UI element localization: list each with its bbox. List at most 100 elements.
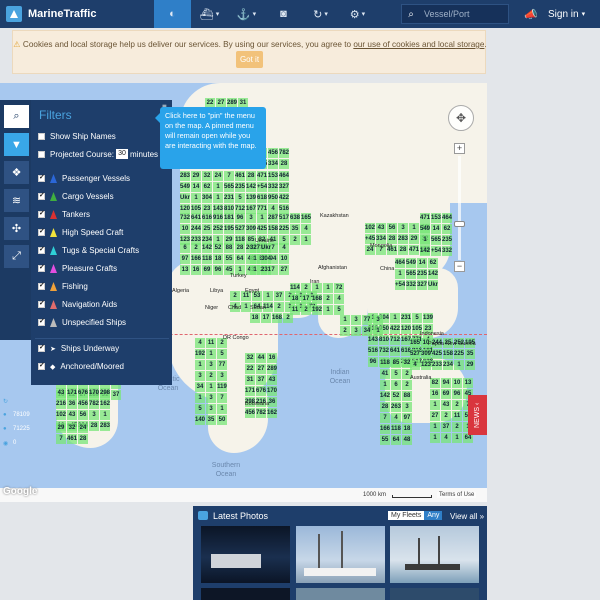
ship-density-cell[interactable]: 1	[213, 182, 223, 192]
ship-density-cell[interactable]: 2	[191, 243, 201, 253]
logo[interactable]: MarineTraffic	[0, 0, 154, 28]
ship-density-cell[interactable]: 549	[420, 224, 430, 234]
ship-density-cell[interactable]: 4	[195, 338, 205, 348]
ship-density-cell[interactable]: 471	[409, 245, 419, 255]
network-tool-button[interactable]: ✣	[4, 217, 29, 240]
ship-density-cell[interactable]: 1	[395, 269, 405, 279]
show-names-row[interactable]: Show Ship Names	[38, 132, 116, 141]
ship-density-cell[interactable]: 162	[100, 399, 110, 409]
ship-density-cell[interactable]: 27	[256, 364, 266, 374]
ship-density-cell[interactable]: 464	[442, 213, 452, 223]
ship-density-cell[interactable]: 27	[430, 411, 440, 421]
ship-density-cell[interactable]: 3274	[417, 280, 427, 290]
ship-density-cell[interactable]: 142	[428, 269, 438, 279]
ship-density-cell[interactable]: 1	[257, 213, 267, 223]
ship-density-cell[interactable]: 3	[351, 315, 361, 325]
ship-density-cell[interactable]: 2	[452, 422, 462, 432]
ship-density-cell[interactable]: 192	[195, 349, 205, 359]
announcement-icon[interactable]: 📣	[516, 0, 546, 28]
ship-density-cell[interactable]: 4	[334, 294, 344, 304]
ship-density-cell[interactable]: 170	[267, 386, 277, 396]
ship-density-cell[interactable]: 10	[180, 224, 190, 234]
ship-density-cell[interactable]: 461	[235, 171, 245, 181]
ship-density-cell[interactable]: 1	[340, 315, 350, 325]
ship-density-cell[interactable]: 41	[380, 369, 390, 379]
ship-density-cell[interactable]: 1	[250, 254, 260, 264]
moored-row[interactable]: ◆ Anchored/Moored	[38, 361, 124, 371]
ship-density-cell[interactable]: 153	[431, 213, 441, 223]
vessel-type-row[interactable]: Passenger Vessels	[38, 173, 130, 183]
ship-density-cell[interactable]: 96	[235, 213, 245, 223]
ship-density-cell[interactable]: 96	[452, 389, 462, 399]
vessels-menu-button[interactable]: ⛴ ▾	[191, 0, 228, 28]
ship-density-cell[interactable]: 43	[67, 410, 77, 420]
ship-density-cell[interactable]: 1	[301, 235, 311, 245]
ship-density-cell[interactable]: 28	[380, 402, 390, 412]
moored-checkbox[interactable]	[38, 361, 45, 370]
ship-density-cell[interactable]: 2	[230, 291, 240, 301]
ship-density-cell[interactable]: 782	[279, 148, 289, 158]
ship-density-cell[interactable]: 471	[257, 171, 267, 181]
ship-density-cell[interactable]: 48	[402, 435, 412, 445]
ship-density-cell[interactable]: 231	[224, 193, 234, 203]
ship-density-cell[interactable]: 3	[373, 315, 383, 325]
ship-density-cell[interactable]: 162	[267, 408, 277, 418]
ship-density-cell[interactable]: 244	[191, 224, 201, 234]
ship-density-cell[interactable]: 43	[267, 375, 277, 385]
ship-density-cell[interactable]: 304	[261, 254, 271, 264]
ship-density-cell[interactable]: 235	[417, 269, 427, 279]
ship-density-cell[interactable]: 4	[279, 243, 289, 253]
ship-density-cell[interactable]: 153	[268, 171, 278, 181]
ship-density-cell[interactable]: 37	[274, 291, 284, 301]
ship-density-cell[interactable]: 732	[379, 346, 389, 356]
vessel-type-checkbox[interactable]	[38, 227, 45, 236]
ship-density-cell[interactable]: 1	[323, 283, 333, 293]
ship-density-cell[interactable]: 32	[402, 358, 412, 368]
ship-density-cell[interactable]: 565	[406, 269, 416, 279]
ship-density-cell[interactable]: 171	[245, 386, 255, 396]
ship-density-cell[interactable]: 14	[431, 224, 441, 234]
ship-density-cell[interactable]: 43	[441, 400, 451, 410]
ship-density-cell[interactable]: 55	[224, 254, 234, 264]
ship-density-cell[interactable]: 1203	[401, 324, 411, 334]
ship-density-cell[interactable]: 2	[290, 235, 300, 245]
signin-button[interactable]: Sign in ▾	[548, 0, 600, 28]
ship-density-cell[interactable]: 28	[398, 245, 408, 255]
map-globe-button[interactable]: ◐	[154, 0, 191, 28]
ship-density-cell[interactable]: 527	[235, 224, 245, 234]
ship-density-cell[interactable]: 2	[323, 294, 333, 304]
ship-density-cell[interactable]: 231	[401, 313, 411, 323]
ship-density-cell[interactable]: 5	[412, 313, 422, 323]
ship-density-cell[interactable]: 31	[245, 375, 255, 385]
ship-density-cell[interactable]: 4256	[432, 349, 442, 359]
ship-density-cell[interactable]: 235	[235, 182, 245, 192]
ship-density-cell[interactable]: 4	[391, 413, 401, 423]
ship-density-cell[interactable]: 2	[402, 380, 412, 390]
ship-density-cell[interactable]: 11	[206, 338, 216, 348]
ship-density-cell[interactable]: 118	[380, 358, 390, 368]
ship-density-cell[interactable]: 72	[334, 283, 344, 293]
ship-density-cell[interactable]: 309	[421, 349, 431, 359]
ship-density-cell[interactable]: 782	[256, 408, 266, 418]
ship-density-cell[interactable]: 304	[202, 193, 212, 203]
ship-density-cell[interactable]: 16	[191, 265, 201, 275]
ship-density-cell[interactable]: 782	[89, 399, 99, 409]
ship-density-cell[interactable]: 3	[206, 360, 216, 370]
ship-density-cell[interactable]: 3	[206, 404, 216, 414]
ship-density-cell[interactable]: 55	[380, 435, 390, 445]
ship-density-cell[interactable]: 287	[268, 213, 278, 223]
ship-density-cell[interactable]: 32	[202, 171, 212, 181]
ship-density-cell[interactable]: 1	[206, 382, 216, 392]
ship-density-cell[interactable]: 2	[206, 371, 216, 381]
ship-density-cell[interactable]: 464	[279, 171, 289, 181]
ship-density-cell[interactable]: 3	[246, 213, 256, 223]
ship-density-cell[interactable]: 1668	[191, 254, 201, 264]
ship-density-cell[interactable]: 158	[443, 349, 453, 359]
ship-density-cell[interactable]: 676	[78, 388, 88, 398]
vessel-type-row[interactable]: Navigation Aids	[38, 299, 117, 309]
layers-tool-button[interactable]: ≋	[4, 189, 29, 212]
ship-density-cell[interactable]: 118	[202, 254, 212, 264]
ship-density-cell[interactable]: 233	[432, 360, 442, 370]
ship-density-cell[interactable]: 17	[261, 313, 271, 323]
search-input[interactable]	[420, 9, 504, 19]
